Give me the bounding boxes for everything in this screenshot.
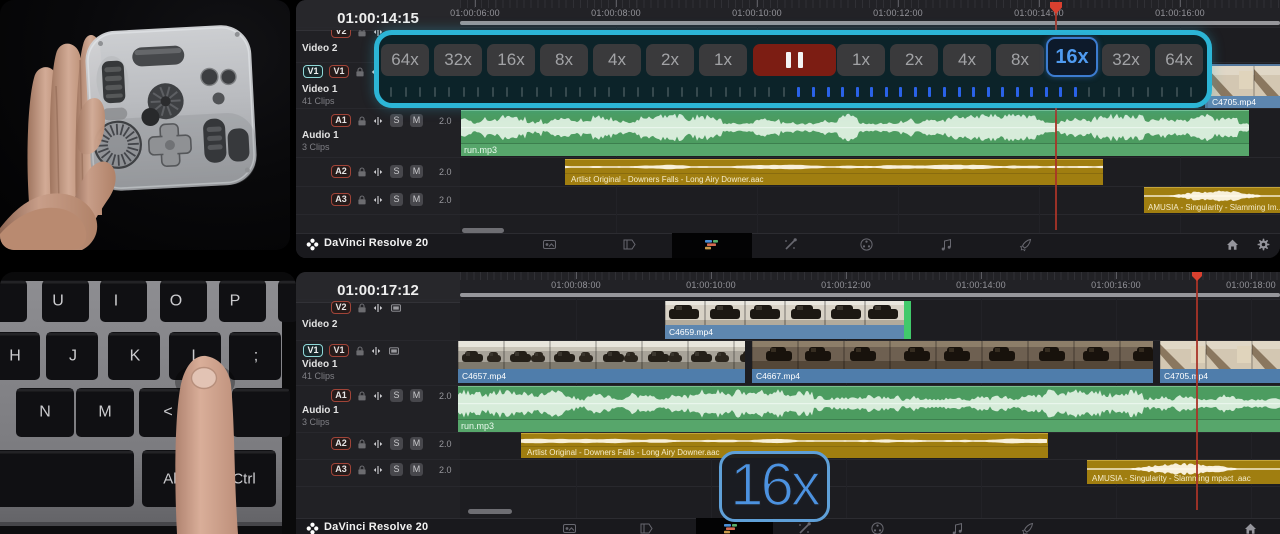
svg-text:<: < xyxy=(163,404,172,421)
svg-text:O: O xyxy=(170,293,182,310)
svg-text:;: ; xyxy=(254,348,258,365)
svg-text:P: P xyxy=(230,293,241,310)
svg-text:M: M xyxy=(98,404,111,421)
svg-text:N: N xyxy=(39,404,51,421)
svg-text:I: I xyxy=(114,293,118,310)
svg-text:J: J xyxy=(69,348,77,365)
svg-text:K: K xyxy=(130,348,141,365)
svg-text:16x: 16x xyxy=(730,454,821,518)
svg-text:U: U xyxy=(52,293,64,310)
svg-text:Ctrl: Ctrl xyxy=(232,471,255,488)
svg-text:H: H xyxy=(9,348,21,365)
